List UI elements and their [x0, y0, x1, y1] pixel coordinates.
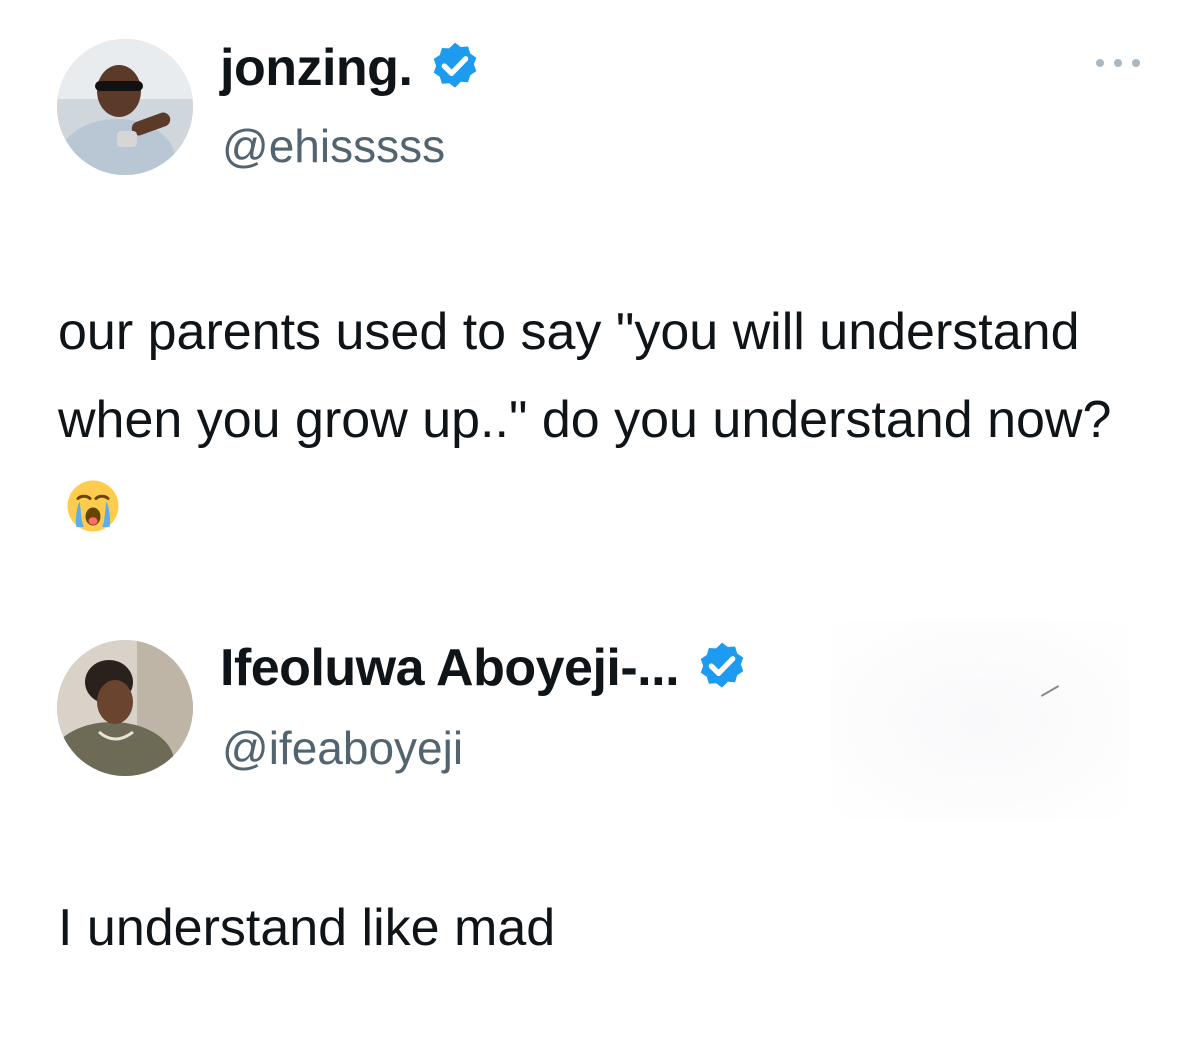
more-options-icon[interactable]	[1096, 52, 1140, 74]
tweet-text: I understand like mad	[58, 899, 556, 957]
user-handle[interactable]: @ehisssss	[222, 118, 445, 174]
tweet-body: I understand like mad	[58, 884, 1158, 972]
verified-badge-icon	[426, 39, 484, 97]
avatar-photo-icon	[57, 39, 193, 175]
user-handle[interactable]: @ifeaboyeji	[222, 720, 463, 776]
avatar[interactable]	[57, 39, 193, 175]
author-name-row: jonzing.	[220, 36, 484, 100]
tweet-body: our parents used to say "you will unders…	[58, 288, 1158, 552]
loudly-crying-face-icon	[66, 479, 120, 533]
author-name-row: Ifeoluwa Aboyeji-...	[220, 636, 751, 700]
tweet-card[interactable]: jonzing. @ehisssss our parents used to s…	[0, 0, 1200, 600]
display-name[interactable]: Ifeoluwa Aboyeji-...	[220, 636, 680, 700]
avatar[interactable]	[57, 640, 193, 776]
tweet-text: our parents used to say "you will unders…	[58, 303, 1112, 449]
verified-badge-icon	[693, 639, 751, 697]
tweet-card[interactable]: Ifeoluwa Aboyeji-... @ifeaboyeji I under…	[0, 600, 1200, 1045]
avatar-photo-icon	[57, 640, 193, 776]
display-name[interactable]: jonzing.	[220, 36, 413, 100]
